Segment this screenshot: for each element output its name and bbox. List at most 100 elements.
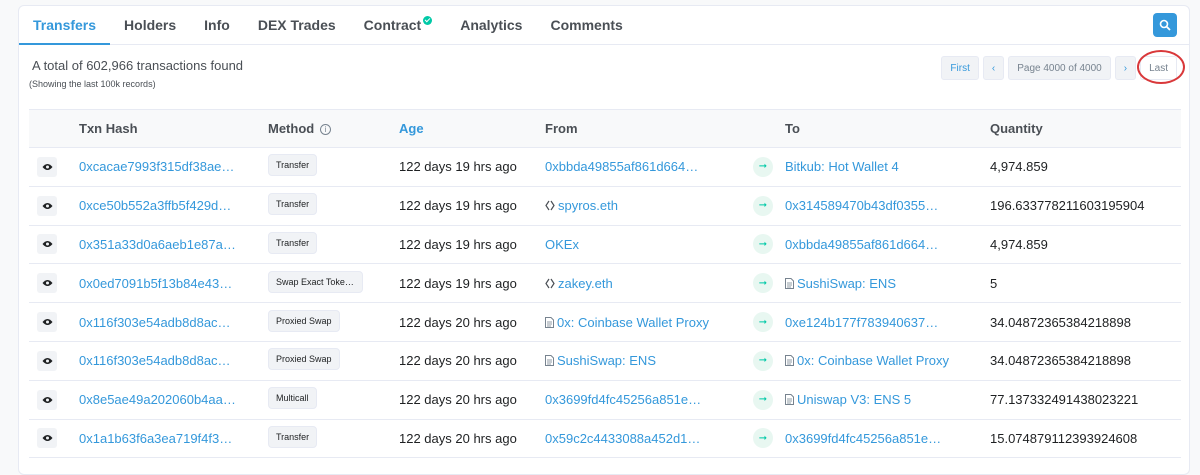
first-page-button[interactable]: First bbox=[941, 56, 979, 80]
from-icon-slot bbox=[545, 353, 557, 368]
prev-page-button[interactable]: ‹ bbox=[982, 56, 1005, 80]
method-badge: Transfer bbox=[268, 231, 318, 254]
quantity-cell: 5 bbox=[990, 275, 998, 291]
age-cell: 122 days 19 hrs ago bbox=[399, 159, 517, 175]
tab-holders[interactable]: Holders bbox=[110, 6, 190, 44]
from-address-link[interactable]: OKEx bbox=[545, 237, 579, 252]
from-icon-slot bbox=[545, 198, 558, 213]
age-cell: 122 days 19 hrs ago bbox=[399, 275, 517, 291]
tab-label: Comments bbox=[550, 17, 623, 33]
table-row: 0xcacae7993f315df38ae… Transfer 122 days… bbox=[29, 148, 1181, 187]
tab-label: Contract bbox=[363, 17, 422, 33]
from-address-link[interactable]: spyros.eth bbox=[558, 198, 618, 213]
arrow-right-icon: ➞ bbox=[753, 350, 773, 371]
view-details-button[interactable] bbox=[37, 312, 57, 333]
tab-label: Transfers bbox=[33, 17, 97, 33]
eye-icon bbox=[42, 202, 52, 209]
txn-hash-link[interactable]: 0x1a1b63f6a3ea719f4f3… bbox=[79, 431, 232, 446]
contract-file-icon bbox=[785, 394, 794, 406]
tab-analytics[interactable]: Analytics bbox=[446, 6, 536, 44]
txn-hash-link[interactable]: 0x116f303e54adb8d8ac… bbox=[79, 315, 231, 330]
to-address-link[interactable]: Uniswap V3: ENS 5 bbox=[797, 392, 911, 407]
view-details-button[interactable] bbox=[37, 156, 57, 177]
ens-icon bbox=[545, 278, 555, 289]
to-address-link[interactable]: 0x: Coinbase Wallet Proxy bbox=[797, 353, 949, 368]
view-details-button[interactable] bbox=[37, 195, 57, 216]
arrow-right-icon: ➞ bbox=[753, 389, 773, 410]
view-details-button[interactable] bbox=[37, 428, 57, 449]
to-address-link[interactable]: 0xe124b177f783940637… bbox=[785, 315, 938, 330]
tab-dex-trades[interactable]: DEX Trades bbox=[244, 6, 350, 44]
from-address-link[interactable]: 0xbbda49855af861d664… bbox=[545, 159, 698, 174]
eye-icon bbox=[42, 357, 52, 364]
to-address-link[interactable]: 0x3699fd4fc45256a851e… bbox=[785, 431, 941, 446]
view-details-button[interactable] bbox=[37, 389, 57, 410]
to-address-link[interactable]: 0xbbda49855af861d664… bbox=[785, 237, 938, 252]
last-page-button[interactable]: Last bbox=[1140, 56, 1177, 80]
arrow-right-icon: ➞ bbox=[753, 195, 773, 216]
txn-hash-link[interactable]: 0xcacae7993f315df38ae… bbox=[79, 159, 234, 174]
contract-file-icon bbox=[785, 277, 794, 289]
quantity-cell: 15.074879112393924608 bbox=[990, 430, 1138, 446]
method-badge: Swap Exact Token… bbox=[268, 270, 363, 293]
arrow-right-icon: ➞ bbox=[753, 234, 773, 255]
from-address-link[interactable]: 0x3699fd4fc45256a851e… bbox=[545, 392, 701, 407]
txn-hash-link[interactable]: 0x8e5ae49a202060b4aa… bbox=[79, 392, 236, 407]
search-icon bbox=[1159, 19, 1171, 31]
col-age[interactable]: Age bbox=[399, 110, 545, 148]
arrow-right-icon: ➞ bbox=[753, 156, 773, 177]
age-cell: 122 days 19 hrs ago bbox=[399, 198, 517, 214]
to-address-link[interactable]: SushiSwap: ENS bbox=[797, 276, 896, 291]
txn-hash-link[interactable]: 0xce50b552a3ffb5f429d… bbox=[79, 198, 231, 213]
table-header: Txn Hash Method i Age From To Quantity bbox=[29, 109, 1181, 148]
token-transfers-card: Transfers Holders Info DEX Trades Contra… bbox=[18, 5, 1190, 475]
txn-hash-link[interactable]: 0x0ed7091b5f13b84e43… bbox=[79, 276, 232, 291]
txn-hash-link[interactable]: 0x351a33d0a6aeb1e87a… bbox=[79, 237, 236, 252]
method-badge: Transfer bbox=[268, 193, 318, 216]
col-method: Method i bbox=[268, 110, 399, 148]
to-address-link[interactable]: Bitkub: Hot Wallet 4 bbox=[785, 159, 899, 174]
from-address-link[interactable]: SushiSwap: ENS bbox=[557, 353, 656, 368]
eye-icon bbox=[42, 241, 52, 248]
method-badge: Transfer bbox=[268, 425, 318, 448]
col-txn-hash: Txn Hash bbox=[79, 121, 138, 136]
table-row: 0x116f303e54adb8d8ac… Proxied Swap 122 d… bbox=[29, 303, 1181, 342]
method-badge: Proxied Swap bbox=[268, 309, 340, 332]
tab-comments[interactable]: Comments bbox=[536, 6, 636, 44]
table-row: 0x8e5ae49a202060b4aa… Multicall 122 days… bbox=[29, 380, 1181, 420]
arrow-right-icon: ➞ bbox=[753, 273, 773, 294]
from-address-link[interactable]: zakey.eth bbox=[558, 276, 613, 291]
tab-bar: Transfers Holders Info DEX Trades Contra… bbox=[19, 6, 1189, 45]
tab-label: Holders bbox=[124, 17, 177, 33]
contract-file-icon bbox=[545, 316, 554, 328]
transfers-table: Txn Hash Method i Age From To Quantity 0… bbox=[29, 109, 1181, 458]
contract-file-icon bbox=[785, 355, 794, 367]
arrow-right-icon: ➞ bbox=[753, 428, 773, 449]
table-row: 0x0ed7091b5f13b84e43… Swap Exact Token… … bbox=[29, 264, 1181, 303]
next-page-button[interactable]: › bbox=[1114, 56, 1137, 80]
method-badge: Transfer bbox=[268, 154, 318, 177]
tab-info[interactable]: Info bbox=[190, 6, 244, 44]
col-to: To bbox=[785, 121, 800, 136]
from-address-link[interactable]: 0x: Coinbase Wallet Proxy bbox=[557, 315, 709, 330]
search-button[interactable] bbox=[1153, 13, 1177, 37]
view-details-button[interactable] bbox=[37, 350, 57, 371]
to-address-link[interactable]: 0x314589470b43df0355… bbox=[785, 198, 938, 213]
txn-hash-link[interactable]: 0x116f303e54adb8d8ac… bbox=[79, 353, 231, 368]
pagination: First ‹ Page 4000 of 4000 › Last bbox=[941, 50, 1185, 84]
view-details-button[interactable] bbox=[37, 234, 57, 255]
from-icon-slot bbox=[545, 315, 557, 330]
from-address-link[interactable]: 0x59c2c4433088a452d1… bbox=[545, 431, 700, 446]
view-details-button[interactable] bbox=[37, 273, 57, 294]
tab-contract[interactable]: Contract bbox=[350, 6, 447, 44]
ens-icon bbox=[545, 200, 555, 211]
to-icon-slot bbox=[785, 353, 797, 368]
to-icon-slot bbox=[785, 276, 797, 291]
tab-transfers[interactable]: Transfers bbox=[19, 6, 111, 45]
table-row: 0x116f303e54adb8d8ac… Proxied Swap 122 d… bbox=[29, 341, 1181, 381]
from-icon-slot bbox=[545, 276, 558, 291]
page-info: Page 4000 of 4000 bbox=[1008, 56, 1111, 80]
col-quantity: Quantity bbox=[990, 121, 1043, 136]
info-icon[interactable]: i bbox=[319, 124, 331, 135]
table-row: 0x1a1b63f6a3ea719f4f3… Transfer 122 days… bbox=[29, 419, 1181, 458]
